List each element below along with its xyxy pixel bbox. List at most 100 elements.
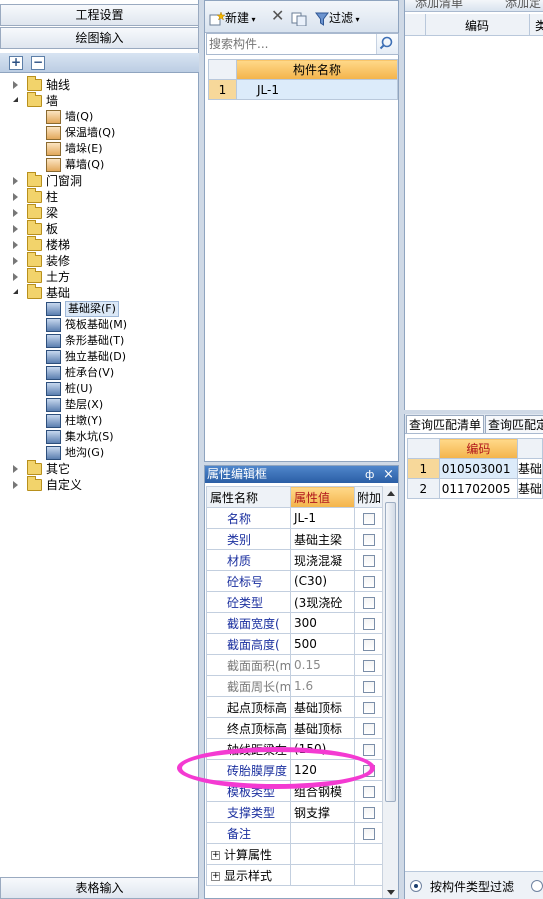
collapsed-arrow-icon[interactable]: [13, 209, 18, 217]
scrollbar-thumb[interactable]: [385, 502, 396, 802]
property-row[interactable]: 砼标号 (C30): [206, 570, 383, 592]
tree-leaf-item[interactable]: 墙垛(E): [0, 141, 199, 157]
attach-checkbox[interactable]: [362, 554, 375, 567]
delete-icon[interactable]: ✕: [271, 7, 284, 25]
property-value-cell[interactable]: 0.15: [290, 654, 355, 676]
tree-folder-item[interactable]: 装修: [0, 252, 199, 269]
scroll-up-icon[interactable]: [387, 491, 395, 496]
property-value-cell[interactable]: 组合钢模: [290, 780, 355, 802]
tree-folder-item[interactable]: 门窗洞: [0, 172, 199, 189]
copy-icon[interactable]: [291, 9, 307, 27]
tree-folder-item[interactable]: 基础: [0, 284, 199, 301]
component-name-header[interactable]: 构件名称: [236, 59, 398, 80]
property-row[interactable]: 起点顶标高 基础顶标: [206, 696, 383, 718]
expanded-arrow-icon[interactable]: [13, 289, 18, 294]
filter-button[interactable]: 过滤 ▾: [315, 9, 360, 27]
property-value-cell[interactable]: 基础主梁: [290, 528, 355, 550]
property-row[interactable]: 砼类型 (3现浇砼: [206, 591, 383, 613]
table-row[interactable]: 2 011702005 基础: [407, 478, 543, 499]
attach-checkbox[interactable]: [362, 512, 375, 525]
attach-checkbox[interactable]: [362, 659, 375, 672]
collapsed-arrow-icon[interactable]: [13, 193, 18, 201]
collapsed-arrow-icon[interactable]: [13, 465, 18, 473]
attach-checkbox[interactable]: [362, 806, 375, 819]
property-row[interactable]: 截面宽度(300: [206, 612, 383, 634]
attach-checkbox[interactable]: [362, 785, 375, 798]
component-name-cell[interactable]: JL-1: [236, 79, 398, 100]
tab-match-quota[interactable]: 查询匹配定: [485, 415, 543, 433]
tree-leaf-item[interactable]: 柱墩(Y): [0, 413, 199, 429]
table-input-button[interactable]: 表格输入: [0, 877, 199, 899]
add-list-button[interactable]: 添加清单: [415, 0, 463, 11]
project-settings-button[interactable]: 工程设置: [0, 4, 199, 26]
property-group-cell[interactable]: + 计算属性: [206, 843, 291, 865]
property-scrollbar[interactable]: [382, 486, 398, 898]
property-row[interactable]: 终点顶标高 基础顶标: [206, 717, 383, 739]
attach-checkbox[interactable]: [362, 638, 375, 651]
collapsed-arrow-icon[interactable]: [13, 81, 18, 89]
property-value-cell[interactable]: JL-1: [290, 507, 355, 529]
tree-leaf-item[interactable]: 保温墙(Q): [0, 125, 199, 141]
tree-folder-item[interactable]: 墙: [0, 92, 199, 109]
property-row[interactable]: 轴线距梁左 (150): [206, 738, 383, 760]
property-row[interactable]: 截面周长(m 1.6: [206, 675, 383, 697]
add-quota-button[interactable]: 添加定: [505, 0, 541, 11]
property-value-cell[interactable]: (C30): [290, 570, 355, 592]
property-row[interactable]: 截面面积(m 0.15: [206, 654, 383, 676]
property-value-cell[interactable]: [290, 822, 355, 844]
property-group-row[interactable]: + 显示样式: [206, 864, 383, 886]
match-code-cell[interactable]: 011702005: [438, 478, 518, 499]
expand-all-icon[interactable]: +: [9, 56, 23, 70]
tree-leaf-item[interactable]: 基础梁(F): [0, 301, 199, 317]
component-search-input[interactable]: [209, 36, 375, 52]
collapse-all-icon[interactable]: −: [31, 56, 45, 70]
filter-other-radio[interactable]: [531, 880, 543, 892]
match-code-cell[interactable]: 010503001: [438, 458, 518, 479]
property-row[interactable]: 截面高度(500: [206, 633, 383, 655]
collapsed-arrow-icon[interactable]: [13, 177, 18, 185]
tab-match-list[interactable]: 查询匹配清单: [406, 415, 485, 433]
property-value-cell[interactable]: 现浇混凝: [290, 549, 355, 571]
tree-leaf-item[interactable]: 条形基础(T): [0, 333, 199, 349]
tree-leaf-item[interactable]: 独立基础(D): [0, 349, 199, 365]
attach-checkbox[interactable]: [362, 533, 375, 546]
tree-leaf-item[interactable]: 桩(U): [0, 381, 199, 397]
property-row[interactable]: 类别 基础主梁: [206, 528, 383, 550]
match-type-cell[interactable]: 基础: [516, 478, 543, 499]
property-group-row[interactable]: + 计算属性: [206, 843, 383, 865]
attach-checkbox[interactable]: [362, 743, 375, 756]
property-row[interactable]: 备注: [206, 822, 383, 844]
collapsed-arrow-icon[interactable]: [13, 257, 18, 265]
filter-by-type-radio[interactable]: [410, 880, 422, 892]
attach-checkbox[interactable]: [362, 617, 375, 630]
property-row[interactable]: 模板类型 组合钢模: [206, 780, 383, 802]
property-value-cell[interactable]: 120: [290, 759, 355, 781]
tree-leaf-item[interactable]: 地沟(G): [0, 445, 199, 461]
property-value-cell[interactable]: (3现浇砼: [290, 591, 355, 613]
tree-folder-item[interactable]: 梁: [0, 204, 199, 221]
attach-checkbox[interactable]: [362, 575, 375, 588]
property-row[interactable]: 材质 现浇混凝: [206, 549, 383, 571]
property-row[interactable]: 砖胎膜厚度 120: [206, 759, 383, 781]
tree-folder-item[interactable]: 楼梯: [0, 236, 199, 253]
close-icon[interactable]: ×: [383, 466, 394, 483]
table-row[interactable]: 1 010503001 基础: [407, 458, 543, 479]
property-value-cell[interactable]: (150): [290, 738, 355, 760]
property-group-cell[interactable]: + 显示样式: [206, 864, 291, 886]
pin-icon[interactable]: ф: [365, 466, 374, 483]
expand-plus-icon[interactable]: +: [211, 850, 220, 860]
expanded-arrow-icon[interactable]: [13, 97, 18, 102]
tree-leaf-item[interactable]: 墙(Q): [0, 109, 199, 125]
property-value-cell[interactable]: 基础顶标: [290, 696, 355, 718]
new-component-button[interactable]: 新建 ▾: [209, 9, 256, 27]
expand-plus-icon[interactable]: +: [211, 871, 220, 881]
attach-checkbox[interactable]: [362, 680, 375, 693]
property-row[interactable]: 支撑类型 钢支撑: [206, 801, 383, 823]
scroll-down-icon[interactable]: [387, 890, 395, 895]
attach-checkbox[interactable]: [362, 722, 375, 735]
match-type-cell[interactable]: 基础: [516, 458, 543, 479]
search-icon[interactable]: [376, 34, 398, 54]
tree-leaf-item[interactable]: 幕墙(Q): [0, 157, 199, 173]
tree-folder-item[interactable]: 板: [0, 220, 199, 237]
collapsed-arrow-icon[interactable]: [13, 241, 18, 249]
